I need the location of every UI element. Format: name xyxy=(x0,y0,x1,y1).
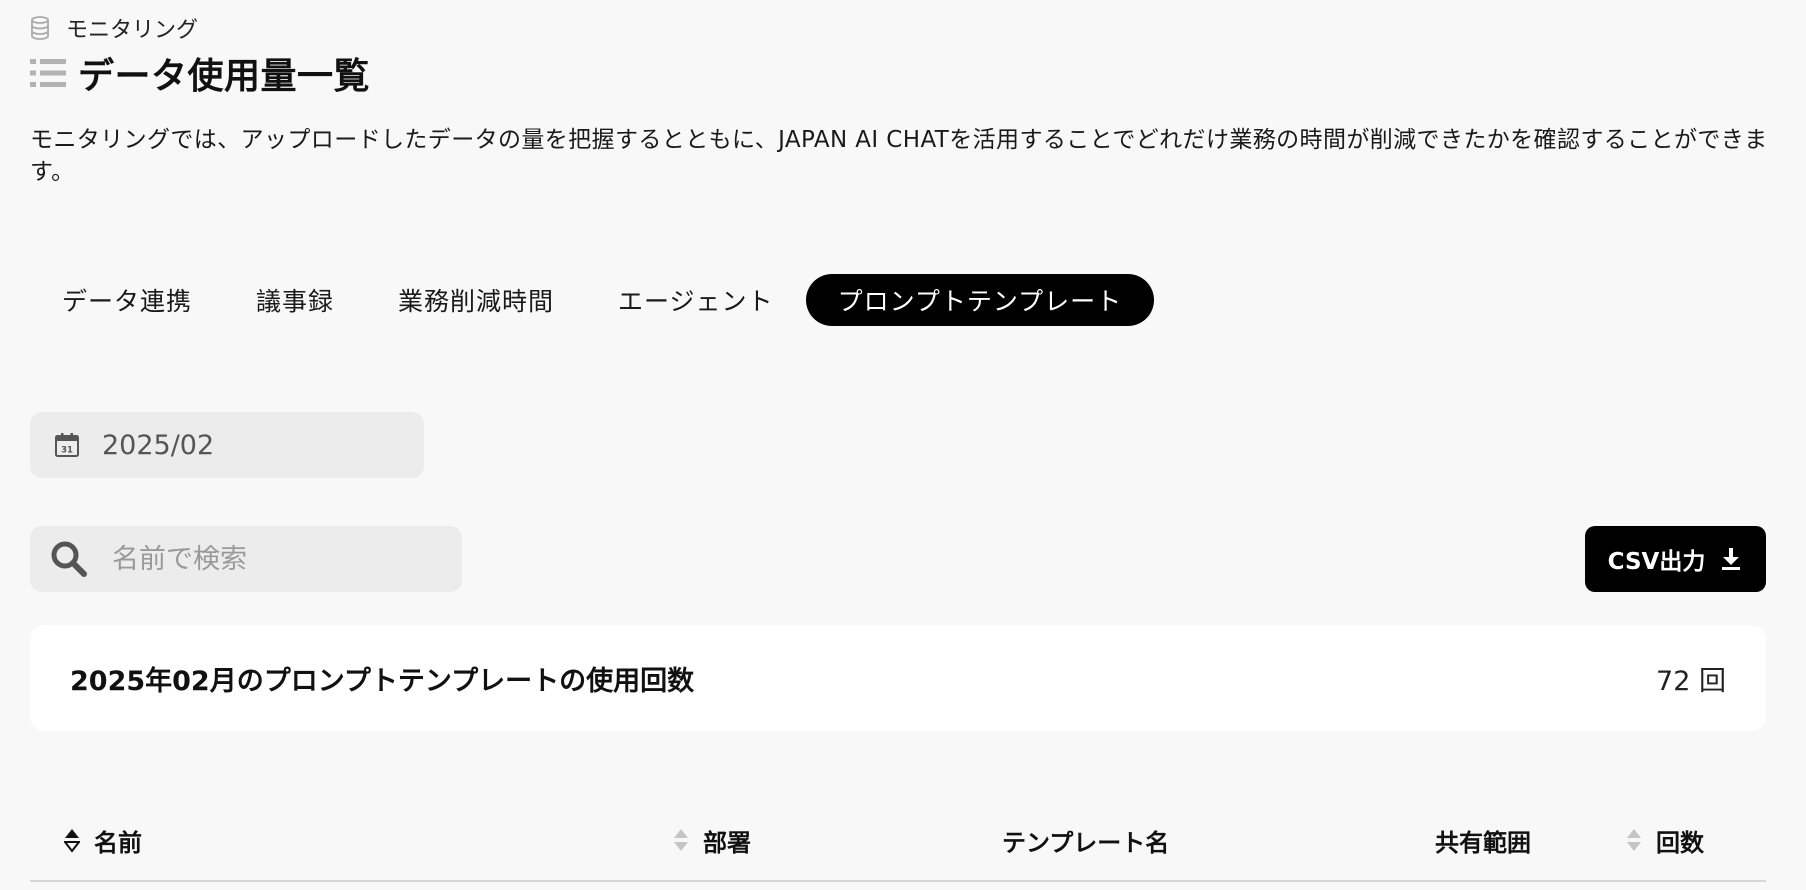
month-value: 2025/02 xyxy=(102,429,215,461)
usage-summary-label: 2025年02月のプロンプトテンプレートの使用回数 xyxy=(70,665,695,697)
usage-count: 72 回 xyxy=(1656,665,1726,697)
database-icon xyxy=(30,15,54,41)
tab-time-reduction[interactable]: 業務削減時間 xyxy=(366,274,586,326)
column-header-name[interactable]: 名前 xyxy=(64,812,142,868)
column-header-department-label: 部署 xyxy=(703,828,751,857)
tab-agent[interactable]: エージェント xyxy=(586,274,806,326)
search-icon xyxy=(50,539,90,579)
csv-export-label: CSV出力 xyxy=(1607,549,1706,575)
search-input[interactable] xyxy=(110,542,434,576)
month-picker[interactable]: 31 2025/02 xyxy=(30,412,424,478)
calendar-icon: 31 xyxy=(52,430,82,460)
column-header-template-name-label: テンプレート名 xyxy=(1002,828,1170,857)
column-header-name-label: 名前 xyxy=(94,828,142,857)
sort-icon[interactable] xyxy=(673,827,689,853)
title-row: データ使用量一覧 xyxy=(30,50,371,97)
column-header-share-scope: 共有範囲 xyxy=(1435,812,1531,868)
column-header-template-name: テンプレート名 xyxy=(1002,812,1169,868)
tab-minutes[interactable]: 議事録 xyxy=(224,274,366,326)
download-icon xyxy=(1721,546,1743,572)
column-header-count[interactable]: 回数 xyxy=(1626,812,1704,868)
column-header-share-scope-label: 共有範囲 xyxy=(1435,828,1531,857)
tab-data-integration[interactable]: データ連携 xyxy=(30,274,224,326)
sort-icon[interactable] xyxy=(64,827,80,853)
breadcrumb: モニタリング xyxy=(30,12,198,44)
monitoring-tabs: データ連携 議事録 業務削減時間 エージェント プロンプトテンプレート xyxy=(30,274,1155,326)
monitoring-page: モニタリング データ使用量一覧 モニタリングでは、アップロードしたデータの量を把… xyxy=(0,0,1806,890)
search-box[interactable] xyxy=(30,526,462,592)
csv-export-button[interactable]: CSV出力 xyxy=(1585,526,1766,592)
page-description: モニタリングでは、アップロードしたデータの量を把握するとともに、JAPAN AI… xyxy=(30,127,1768,185)
sort-icon[interactable] xyxy=(1626,827,1642,853)
calendar-icon-day: 31 xyxy=(61,446,73,456)
list-icon xyxy=(30,56,68,90)
breadcrumb-label[interactable]: モニタリング xyxy=(66,12,198,44)
column-header-count-label: 回数 xyxy=(1656,828,1704,857)
page-title: データ使用量一覧 xyxy=(78,56,371,97)
column-header-department[interactable]: 部署 xyxy=(673,812,751,868)
tab-prompt-template[interactable]: プロンプトテンプレート xyxy=(805,274,1155,326)
usage-summary-card: 2025年02月のプロンプトテンプレートの使用回数 72 回 xyxy=(30,625,1766,731)
table-header: 名前 部署 テンプレート名 共有範囲 回数 xyxy=(30,812,1766,882)
